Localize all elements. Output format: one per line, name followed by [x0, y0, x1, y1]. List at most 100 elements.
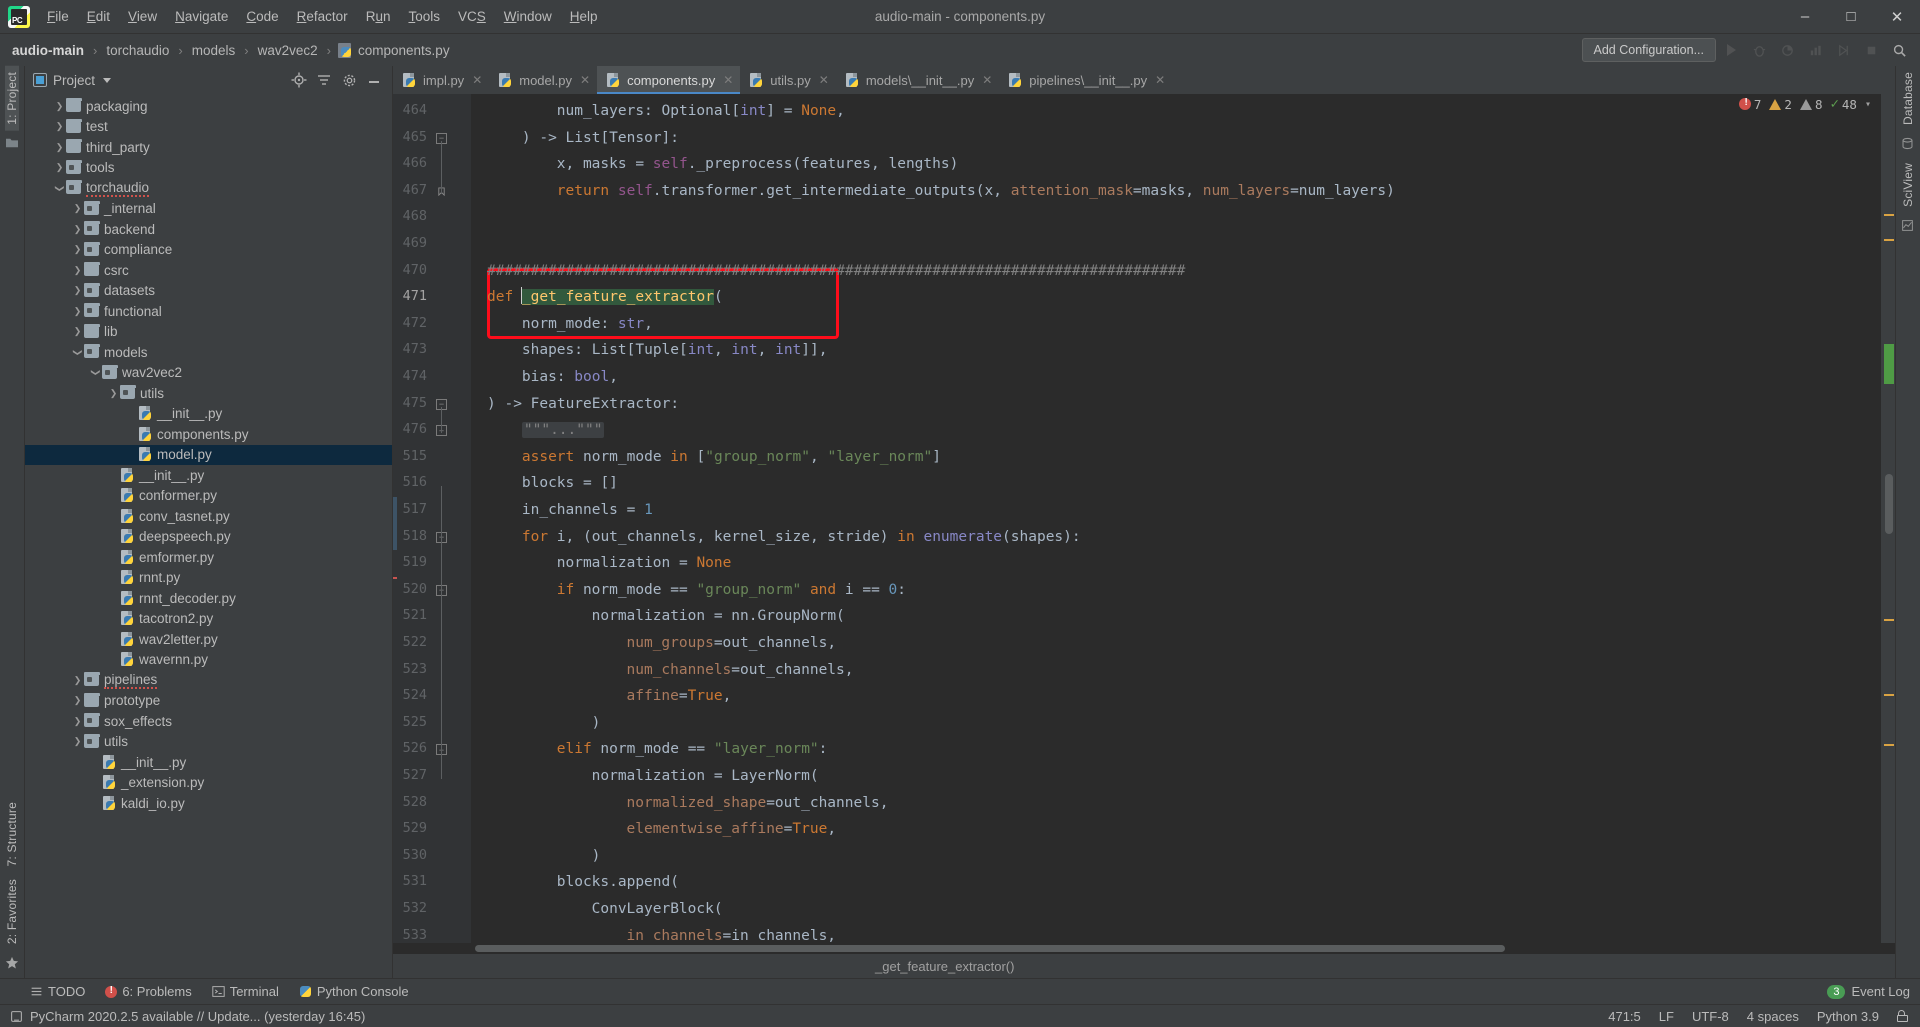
code-line[interactable]: normalization = LayerNorm(	[592, 763, 819, 790]
run-coverage-icon[interactable]	[1774, 38, 1800, 62]
tree-item-conv-tasnet-py[interactable]: ❯conv_tasnet.py	[25, 506, 392, 527]
status-message[interactable]: PyCharm 2020.2.5 available // Update... …	[30, 1009, 365, 1024]
marker-scrollbar[interactable]	[1881, 94, 1895, 943]
tree-item--internal[interactable]: ❯ _internal	[25, 199, 392, 220]
tree-item--init-py[interactable]: ❯__init__.py	[25, 465, 392, 486]
breadcrumb-item-3[interactable]: wav2vec2	[256, 41, 320, 60]
caret-position[interactable]: 471:5	[1608, 1009, 1641, 1024]
chevron-down-icon[interactable]: ❯	[90, 366, 101, 379]
python-interpreter[interactable]: Python 3.9	[1817, 1009, 1879, 1024]
code-line[interactable]: normalized_shape=out_channels,	[627, 790, 889, 817]
tree-item-lib[interactable]: ❯ lib	[25, 322, 392, 343]
tree-item-model-py[interactable]: ❯model.py	[25, 444, 392, 465]
code-line[interactable]: blocks = []	[522, 470, 618, 497]
locate-icon[interactable]	[288, 69, 310, 91]
project-files-icon[interactable]	[5, 137, 19, 151]
inspection-warnings[interactable]: 2	[1769, 97, 1792, 112]
editor-gutter[interactable]: 464 465−466 467 468 469 470 471 472 473 474 475−47…	[393, 94, 471, 943]
code-line[interactable]: return self.transformer.get_intermediate…	[557, 178, 1395, 205]
editor-tab-models-init-py[interactable]: models\__init__.py ✕	[836, 66, 999, 94]
tree-item-sox-effects[interactable]: ❯ sox_effects	[25, 711, 392, 732]
close-button[interactable]: ✕	[1874, 0, 1920, 34]
minimize-button[interactable]: –	[1782, 0, 1828, 34]
menu-run[interactable]: Run	[357, 5, 400, 28]
rail-tab-structure[interactable]: 7: Structure	[5, 796, 19, 872]
inspection-weak-warnings[interactable]: 8	[1799, 97, 1822, 112]
line-separator[interactable]: LF	[1659, 1009, 1674, 1024]
editor-tab-pipelines-init-py[interactable]: pipelines\__init__.py ✕	[999, 66, 1172, 94]
stop-icon[interactable]	[1858, 38, 1884, 62]
inspection-ok[interactable]: ✓ 48	[1830, 96, 1857, 112]
menu-navigate[interactable]: Navigate	[166, 5, 237, 28]
breadcrumb-item-0[interactable]: audio-main	[10, 41, 86, 60]
menu-refactor[interactable]: Refactor	[288, 5, 357, 28]
vcs-deleted-marker[interactable]	[393, 576, 397, 579]
tree-item-kaldi-io-py[interactable]: ❯kaldi_io.py	[25, 793, 392, 814]
menu-tools[interactable]: Tools	[399, 5, 449, 28]
code-line[interactable]: ConvLayerBlock(	[592, 896, 723, 923]
chevron-right-icon[interactable]: ❯	[53, 162, 66, 173]
editor-tab-components-py[interactable]: components.py ✕	[597, 66, 741, 94]
tree-item-test[interactable]: ❯ test	[25, 117, 392, 138]
code-line[interactable]: assert norm_mode in ["group_norm", "laye…	[522, 444, 941, 471]
rail-tab-database[interactable]: Database	[1901, 66, 1915, 131]
chevron-right-icon[interactable]: ❯	[71, 675, 84, 686]
inspection-errors[interactable]: 7	[1738, 97, 1761, 112]
chevron-right-icon[interactable]: ❯	[71, 244, 84, 255]
chevron-down-icon[interactable]: ❯	[54, 182, 65, 195]
code-line[interactable]: normalization = None	[557, 550, 732, 577]
code-line[interactable]: if norm_mode == "group_norm" and i == 0:	[557, 577, 906, 604]
run-icon[interactable]	[1718, 38, 1744, 62]
breadcrumb-item-4[interactable]: components.py	[356, 41, 452, 60]
editor-breadcrumb[interactable]: _get_feature_extractor()	[393, 954, 1895, 978]
profile-icon[interactable]	[1802, 38, 1828, 62]
editor-tab-bar[interactable]: impl.py ✕ model.py ✕ components.py ✕ utils.py ✕…	[393, 66, 1895, 94]
chevron-right-icon[interactable]: ❯	[71, 736, 84, 747]
code-line[interactable]: in_channels=in_channels,	[627, 923, 837, 943]
tree-item--init-py[interactable]: ❯__init__.py	[25, 752, 392, 773]
tree-item--init-py[interactable]: ❯__init__.py	[25, 404, 392, 425]
tree-item-utils[interactable]: ❯ utils	[25, 383, 392, 404]
inspection-widget[interactable]: 7 2 8 ✓ 48	[1738, 96, 1871, 112]
sciview-icon[interactable]	[1901, 219, 1915, 233]
rail-tab-project[interactable]: 1: Project	[5, 66, 19, 131]
chevron-right-icon[interactable]: ❯	[53, 101, 66, 112]
tree-item-tacotron2-py[interactable]: ❯tacotron2.py	[25, 609, 392, 630]
tree-item--extension-py[interactable]: ❯_extension.py	[25, 773, 392, 794]
tree-item-deepspeech-py[interactable]: ❯deepspeech.py	[25, 527, 392, 548]
code-line[interactable]: in_channels = 1	[522, 497, 653, 524]
breadcrumb-item-2[interactable]: models	[190, 41, 238, 60]
editor-tab-model-py[interactable]: model.py ✕	[489, 66, 597, 94]
tree-item-csrc[interactable]: ❯ csrc	[25, 260, 392, 281]
chevron-right-icon[interactable]: ❯	[71, 695, 84, 706]
close-tab-icon[interactable]: ✕	[819, 73, 829, 87]
code-line[interactable]: ) -> List[Tensor]:	[522, 125, 679, 152]
vcs-change-marker[interactable]	[393, 497, 397, 551]
code-line[interactable]: norm_mode: str,	[522, 311, 653, 338]
favorites-star-icon[interactable]	[5, 956, 19, 970]
code-line[interactable]: ) -> FeatureExtractor:	[487, 391, 679, 418]
code-line[interactable]: )	[592, 710, 601, 737]
tree-item-components-py[interactable]: ❯components.py	[25, 424, 392, 445]
code-line[interactable]: bias: bool,	[522, 364, 618, 391]
close-tab-icon[interactable]: ✕	[982, 73, 992, 87]
chevron-down-icon[interactable]: ▾	[1865, 99, 1871, 110]
code-line[interactable]: blocks.append(	[557, 869, 679, 896]
code-editor[interactable]: 7 2 8 ✓ 48	[471, 94, 1881, 943]
lock-icon[interactable]	[1897, 1010, 1908, 1022]
search-everywhere-icon[interactable]	[1886, 38, 1912, 62]
project-tree[interactable]: ❯ packaging ❯ test ❯ third_party ❯ tools ❯ torcha…	[25, 94, 392, 978]
database-icon[interactable]	[1901, 137, 1915, 151]
tree-item-backend[interactable]: ❯ backend	[25, 219, 392, 240]
tree-item-pipelines[interactable]: ❯ pipelines	[25, 670, 392, 691]
chevron-right-icon[interactable]: ❯	[71, 716, 84, 727]
tree-item-third-party[interactable]: ❯ third_party	[25, 137, 392, 158]
settings-gear-icon[interactable]	[338, 69, 360, 91]
add-configuration-button[interactable]: Add Configuration...	[1581, 38, 1716, 62]
horizontal-scrollbar-thumb[interactable]	[475, 945, 1505, 952]
code-line[interactable]: def _get_feature_extractor(	[487, 284, 723, 311]
horizontal-scrollbar[interactable]	[393, 943, 1895, 954]
debug-icon[interactable]	[1746, 38, 1772, 62]
toolwindow-terminal[interactable]: Terminal	[212, 984, 279, 999]
tree-item-compliance[interactable]: ❯ compliance	[25, 240, 392, 261]
